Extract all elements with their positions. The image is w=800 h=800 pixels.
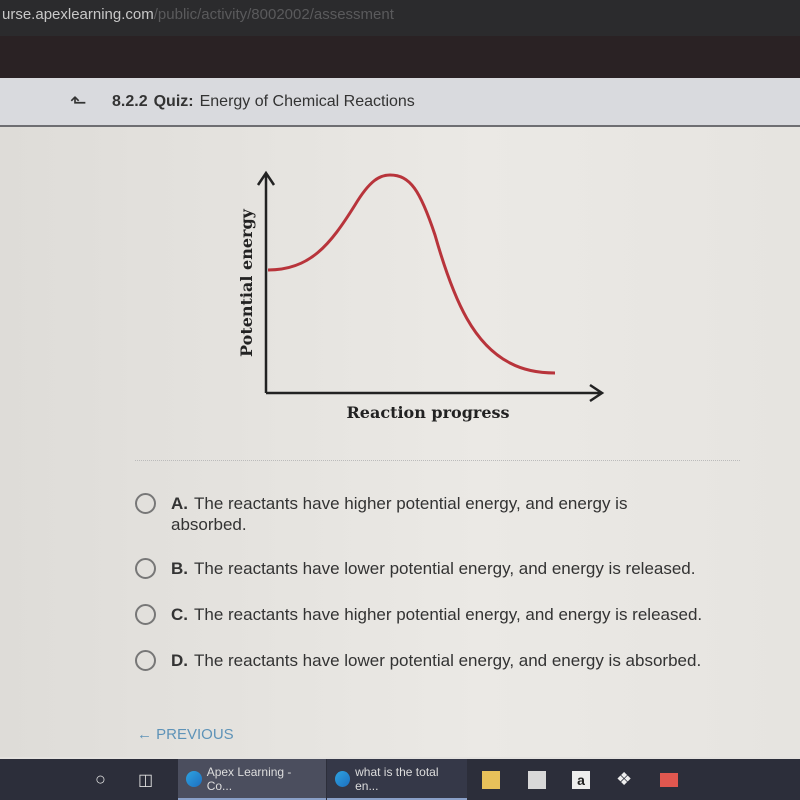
- y-axis-label: Potential energy: [237, 208, 256, 357]
- url-host: urse.apexlearning.com: [2, 6, 154, 23]
- x-axis: [266, 383, 605, 403]
- store-icon[interactable]: [528, 759, 546, 800]
- x-axis-label: Reaction progress: [346, 403, 509, 422]
- back-up-arrow-icon[interactable]: ⬑: [70, 90, 87, 115]
- radio-b[interactable]: [135, 558, 156, 579]
- edge-icon: [186, 770, 202, 787]
- radio-a[interactable]: [135, 493, 156, 514]
- option-letter: B.: [171, 559, 188, 578]
- taskbar: ○ ◫ Apex Learning - Co... what is the to…: [0, 759, 800, 800]
- file-explorer-icon[interactable]: [482, 759, 500, 800]
- edge-icon: [335, 770, 351, 787]
- option-text: The reactants have lower potential energ…: [194, 651, 702, 670]
- quiz-number: 8.2.2: [112, 93, 148, 110]
- left-arrow-icon: ←: [137, 726, 157, 743]
- quiz-header: ⬑ 8.2.2 Quiz: Energy of Chemical Reactions: [0, 78, 800, 127]
- task-view-icon[interactable]: ◫: [138, 759, 153, 800]
- gmail-icon[interactable]: [660, 759, 678, 800]
- task-label: what is the total en...: [355, 764, 439, 793]
- radio-d[interactable]: [135, 650, 156, 671]
- dropbox-icon[interactable]: ❖: [616, 759, 632, 800]
- option-text: The reactants have higher potential ener…: [171, 494, 628, 534]
- option-letter: A.: [171, 494, 188, 513]
- browser-chrome: [0, 36, 800, 78]
- previous-button[interactable]: ← PREVIOUS: [137, 726, 234, 743]
- taskbar-task-search[interactable]: what is the total en...: [327, 759, 467, 800]
- task-label: Apex Learning - Co...: [206, 764, 292, 793]
- taskbar-task-apex[interactable]: Apex Learning - Co...: [178, 759, 326, 800]
- address-bar[interactable]: urse.apexlearning.com/public/activity/80…: [0, 0, 800, 36]
- option-letter: D.: [171, 651, 188, 670]
- radio-c[interactable]: [135, 604, 156, 625]
- option-letter: C.: [171, 605, 188, 624]
- url-path: /public/activity/8002002/assessment: [153, 6, 394, 23]
- option-text: The reactants have lower potential energ…: [194, 559, 696, 578]
- y-axis: [256, 170, 276, 393]
- page-title: 8.2.2 Quiz: Energy of Chemical Reactions: [112, 93, 415, 111]
- previous-label: PREVIOUS: [156, 726, 234, 743]
- quiz-title: Energy of Chemical Reactions: [199, 93, 415, 110]
- energy-diagram: Potential energy Reaction progress: [237, 170, 605, 422]
- energy-curve: [267, 173, 556, 375]
- amazon-icon[interactable]: a: [572, 759, 590, 800]
- cortana-circle-icon[interactable]: ○: [95, 759, 106, 800]
- divider: [135, 460, 740, 461]
- option-text: The reactants have higher potential ener…: [194, 605, 703, 624]
- quiz-label: Quiz:: [153, 93, 194, 110]
